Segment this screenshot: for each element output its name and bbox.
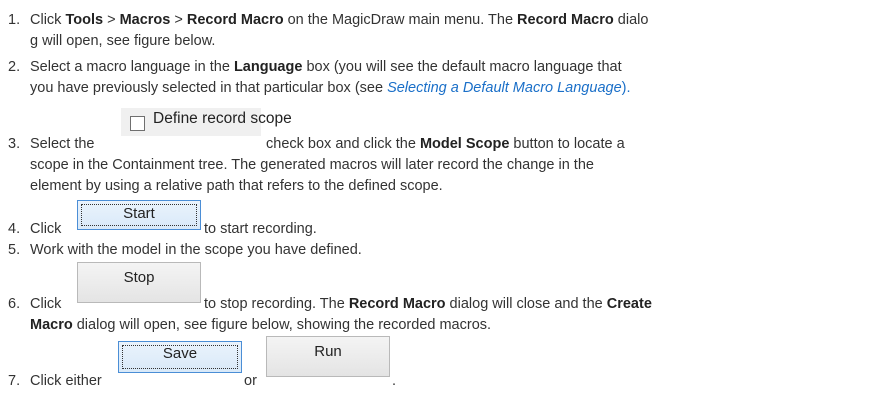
step-6-line-1b: to stop recording. The Record Macro dial… [204, 296, 652, 312]
step-3-number: 3. [8, 136, 21, 152]
step-5-number: 5. [8, 242, 21, 258]
step-7-line-1b: or [244, 373, 257, 389]
start-button-image: Start [77, 200, 201, 230]
default-macro-language-link[interactable]: Selecting a Default Macro Language [387, 80, 622, 96]
save-button-label: Save [162, 345, 198, 362]
step-2-line-2: you have previously selected in that par… [30, 80, 631, 96]
step-6-number: 6. [8, 296, 21, 312]
checkbox-label: Define record scope [153, 110, 292, 127]
language-box-name: Language [233, 59, 303, 75]
stop-button-label: Stop [123, 269, 155, 286]
step-1-number: 1. [8, 12, 21, 28]
run-button-label: Run [314, 343, 342, 360]
step-7-line-1c: . [392, 373, 397, 389]
save-button-image: Save [118, 341, 242, 373]
step-7-line-1a: Click either [30, 373, 102, 389]
stop-button-image: Stop [77, 262, 201, 303]
menu-record-macro: Record Macro [186, 12, 284, 28]
step-4-line-1b: to start recording. [204, 221, 317, 237]
step-7-number: 7. [8, 373, 21, 389]
step-4-line-1a: Click [30, 221, 62, 237]
step-3-line-1a: Select the [30, 136, 95, 152]
step-1-line-1: Click Tools > Macros > Record Macro on t… [30, 12, 649, 28]
step-1-line-2: g will open, see figure below. [30, 33, 216, 49]
step-6-line-1a: Click [30, 296, 62, 312]
step-1-text: Click [30, 12, 66, 28]
step-3-line-1b: check box and click the Model Scope butt… [266, 136, 625, 152]
define-record-scope-checkbox-image: Define record scope [121, 108, 292, 136]
step-3-line-3: element by using a relative path that re… [30, 178, 443, 194]
checkbox-icon [130, 116, 145, 131]
model-scope-button-name: Model Scope [419, 136, 510, 152]
dialog-name: Record Macro [517, 12, 614, 28]
step-3-line-2: scope in the Containment tree. The gener… [30, 157, 594, 173]
step-4-number: 4. [8, 221, 21, 237]
step-6-line-2: Macro dialog will open, see figure below… [30, 317, 492, 333]
step-2-number: 2. [8, 59, 21, 75]
start-button-label: Start [123, 205, 155, 222]
step-5-line-1: Work with the model in the scope you hav… [30, 242, 362, 258]
menu-tools: Tools [65, 12, 104, 28]
run-button-image: Run [266, 336, 390, 377]
menu-macros: Macros [119, 12, 171, 28]
step-2-line-1: Select a macro language in the Language … [30, 59, 622, 75]
